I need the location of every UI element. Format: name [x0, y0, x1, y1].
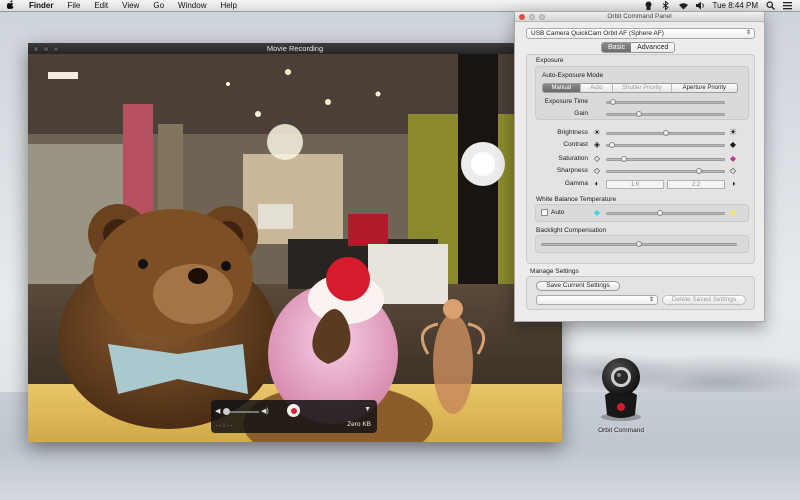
- menu-finder[interactable]: Finder: [22, 1, 60, 10]
- white-balance-section-label: White Balance Temperature: [536, 196, 617, 203]
- auto-exposure-mode-label: Auto-Exposure Mode: [542, 72, 604, 79]
- record-dot-icon: [290, 407, 297, 414]
- brightness-low-icon: ☀: [593, 128, 601, 137]
- white-balance-slider[interactable]: [606, 212, 725, 215]
- contrast-slider[interactable]: [606, 144, 725, 147]
- wifi-icon[interactable]: [678, 1, 689, 10]
- movie-recording-window: Movie Recording ◀ ◀) ▼ --:-- Zero KB: [28, 43, 562, 442]
- orbit-command-panel: Orbit Command Panel USB Camera QuickCam …: [514, 11, 765, 322]
- contrast-slider-knob[interactable]: [608, 142, 615, 148]
- tab-bar: Basic Advanced: [601, 42, 676, 53]
- white-balance-auto-label: Auto: [551, 209, 565, 216]
- backlight-slider-knob[interactable]: [636, 241, 642, 247]
- elapsed-time: --:--: [215, 422, 234, 429]
- gamma-low-icon: ◐: [594, 179, 600, 188]
- gamma-max-field[interactable]: 2.2: [667, 180, 725, 189]
- volume-slider-knob[interactable]: [223, 408, 230, 415]
- gain-slider[interactable]: [606, 113, 725, 116]
- white-balance-auto-checkbox[interactable]: [541, 209, 548, 216]
- volume-low-icon: ◀: [215, 408, 221, 415]
- bluetooth-icon[interactable]: [661, 0, 670, 11]
- mode-manual[interactable]: Manual: [543, 84, 581, 92]
- tab-advanced[interactable]: Advanced: [631, 43, 675, 52]
- menu-file[interactable]: File: [60, 1, 87, 10]
- camera-select-value: USB Camera QuickCam Orbit AF (Sphere AF): [531, 30, 664, 37]
- volume-slider[interactable]: [225, 411, 259, 413]
- menu-edit[interactable]: Edit: [87, 1, 115, 10]
- saturation-low-icon: ◇: [593, 154, 601, 163]
- contrast-label: Contrast: [563, 141, 588, 148]
- manage-settings-label: Manage Settings: [530, 268, 579, 275]
- panel-title: Orbit Command Panel: [607, 13, 672, 20]
- orbit-camera-icon: [601, 358, 641, 421]
- recording-hud: ◀ ◀) ▼ --:-- Zero KB: [211, 400, 377, 433]
- tab-basic[interactable]: Basic: [602, 43, 632, 52]
- contrast-low-icon: ◈: [593, 140, 601, 149]
- menu-view[interactable]: View: [115, 1, 146, 10]
- delete-saved-settings-button[interactable]: Delete Saved Settings: [662, 295, 746, 305]
- exposure-time-label: Exposure Time: [544, 98, 588, 105]
- white-balance-cool-icon: ◆: [593, 208, 601, 217]
- menu-window[interactable]: Window: [171, 1, 213, 10]
- sharpness-slider[interactable]: [606, 170, 725, 173]
- white-balance-warm-icon: ◆: [729, 208, 737, 217]
- mode-aperture-priority[interactable]: Aperture Priority: [671, 84, 737, 92]
- saved-settings-select[interactable]: ⇕: [536, 295, 658, 305]
- camera-preview: ◀ ◀) ▼ --:-- Zero KB: [28, 54, 562, 442]
- auto-exposure-mode-segment: Manual Auto Shutter Priority Aperture Pr…: [542, 83, 738, 93]
- recording-size: Zero KB: [347, 421, 371, 428]
- volume-icon[interactable]: [695, 1, 705, 10]
- gamma-label: Gamma: [564, 180, 588, 187]
- options-dropdown-icon[interactable]: ▼: [364, 406, 371, 413]
- white-balance-slider-knob[interactable]: [656, 210, 663, 216]
- sharpness-low-icon: ◇: [593, 166, 601, 175]
- mode-shutter-priority[interactable]: Shutter Priority: [613, 84, 672, 92]
- contrast-high-icon: ◆: [729, 140, 737, 149]
- sharpness-high-icon: ◇: [729, 166, 737, 175]
- record-button[interactable]: [287, 404, 300, 417]
- gamma-min-field[interactable]: 1.0: [606, 180, 664, 189]
- brightness-high-icon: ☀: [729, 127, 738, 137]
- panel-titlebar[interactable]: Orbit Command Panel: [515, 12, 764, 22]
- clock[interactable]: Tue 8:44 PM: [712, 1, 758, 10]
- backlight-section-label: Backlight Compensation: [536, 227, 607, 234]
- notification-list-icon[interactable]: [783, 1, 792, 10]
- status-area: Tue 8:44 PM: [644, 0, 800, 11]
- exposure-section-label: Exposure: [536, 57, 564, 64]
- updown-arrows-icon: ⇕: [745, 30, 751, 36]
- desktop-icon-label: Orbit Command: [598, 427, 644, 434]
- brightness-label: Brightness: [557, 129, 588, 136]
- brightness-slider-knob[interactable]: [662, 130, 669, 136]
- spotlight-search-icon[interactable]: [766, 1, 775, 10]
- gain-label: Gain: [574, 110, 588, 117]
- orbit-command-desktop-icon[interactable]: Orbit Command: [590, 355, 652, 434]
- menu-go[interactable]: Go: [146, 1, 171, 10]
- camera-preview-image: [28, 54, 562, 442]
- gamma-high-icon: ◑: [730, 179, 736, 188]
- volume-high-icon: ◀): [261, 408, 269, 415]
- menu-help[interactable]: Help: [213, 1, 243, 10]
- apple-menu-icon[interactable]: [0, 0, 22, 11]
- saturation-high-icon: ◆: [729, 154, 737, 163]
- mode-auto[interactable]: Auto: [580, 84, 614, 92]
- sharpness-label: Sharpness: [556, 167, 588, 174]
- orbit-camera-tray-icon[interactable]: [644, 1, 653, 10]
- movie-window-title: Movie Recording: [266, 44, 324, 53]
- exposure-time-slider[interactable]: [606, 101, 725, 104]
- updown-arrows-icon: ⇕: [648, 297, 654, 303]
- save-current-settings-button[interactable]: Save Current Settings: [536, 281, 620, 291]
- sharpness-slider-knob[interactable]: [695, 168, 702, 174]
- movie-window-titlebar[interactable]: Movie Recording: [28, 43, 562, 54]
- camera-select[interactable]: USB Camera QuickCam Orbit AF (Sphere AF)…: [526, 28, 755, 39]
- saturation-slider-knob[interactable]: [620, 156, 627, 162]
- saturation-label: Saturation: [558, 155, 588, 162]
